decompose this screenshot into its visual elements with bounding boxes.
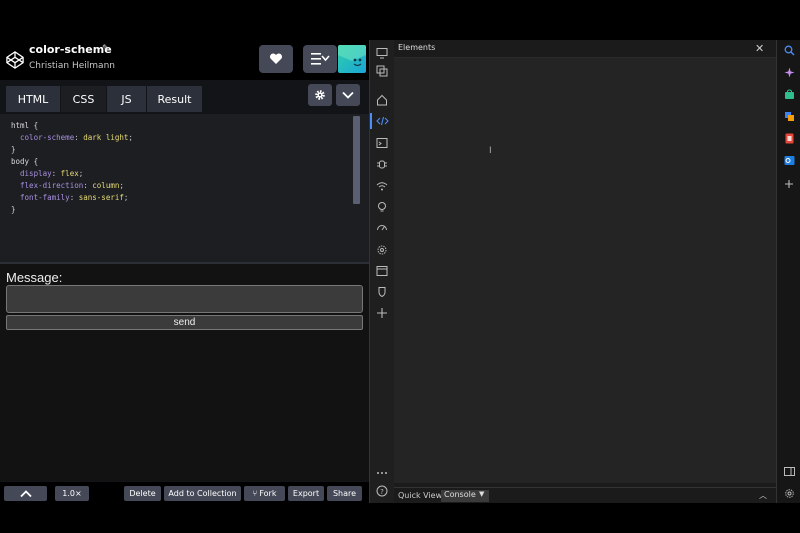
user-avatar[interactable] (338, 45, 366, 73)
pen-header: color-scheme ✎ Christian Heilmann (0, 40, 369, 80)
share-button[interactable]: Share (327, 486, 362, 501)
outlook-icon[interactable] (782, 153, 796, 167)
devtools-activity-bar: ? (369, 40, 394, 503)
code-line: } (11, 205, 16, 214)
code-line: font-family: sans-serif; (20, 193, 129, 202)
love-button[interactable] (259, 45, 293, 73)
shopping-bag-icon[interactable] (782, 87, 796, 101)
welcome-home-icon[interactable] (375, 93, 389, 107)
codepen-editor: color-scheme ✎ Christian Heilmann HTML C… (0, 40, 369, 503)
gear-icon (315, 90, 325, 100)
fork-button[interactable]: ⑂ Fork (244, 486, 285, 501)
sidebar-settings-gear-icon[interactable] (782, 486, 796, 500)
code-line: } (11, 145, 16, 154)
settings-button[interactable] (308, 84, 332, 106)
toggle-console-button[interactable] (4, 486, 47, 501)
application-window-icon[interactable] (375, 264, 389, 278)
quick-view-label: Quick View: (398, 491, 445, 500)
search-icon[interactable] (782, 43, 796, 57)
chevron-up-icon (19, 489, 32, 497)
fork-icon: ⑂ (252, 489, 258, 498)
layout-menu-icon (311, 53, 330, 65)
copilot-sparkle-icon[interactable] (782, 65, 796, 79)
devtools-tab-strip: Elements ✕ (394, 40, 776, 58)
css-code-editor[interactable]: html { color-scheme: dark light; } body … (0, 114, 369, 262)
help-question-icon[interactable]: ? (375, 484, 389, 498)
issues-lightbulb-icon[interactable] (375, 200, 389, 214)
code-line: body { (11, 157, 39, 166)
collapse-editor-button[interactable] (336, 84, 360, 106)
more-options-ellipsis-icon[interactable] (375, 466, 389, 480)
pen-footer: 1.0× Delete Add to Collection ⑂ Fork Expo… (0, 482, 369, 503)
hide-sidebar-icon[interactable] (782, 464, 796, 478)
text-cursor-icon: I (489, 146, 492, 156)
tab-result[interactable]: Result (147, 86, 202, 112)
delete-button[interactable]: Delete (124, 486, 161, 501)
codepen-logo-icon[interactable] (6, 51, 24, 69)
dropdown-arrow-icon: ▼ (479, 490, 485, 498)
heart-icon (269, 53, 283, 64)
tab-css[interactable]: CSS (61, 86, 106, 112)
quick-view-bar: Quick View: Console ▼ ︿ (394, 487, 776, 503)
memory-gear-icon[interactable] (375, 243, 389, 257)
send-button[interactable]: send (6, 315, 363, 330)
performance-gauge-icon[interactable] (375, 221, 389, 235)
message-textarea[interactable] (6, 285, 363, 313)
devtools-panel: Elements ✕ I Quick View: Console ▼ ︿ (394, 40, 776, 503)
elements-tree-area[interactable]: I (394, 58, 776, 483)
tools-games-icon[interactable] (782, 109, 796, 123)
tab-js[interactable]: JS (107, 86, 146, 112)
edit-title-pencil-icon[interactable]: ✎ (102, 44, 110, 54)
elements-code-icon[interactable] (375, 114, 389, 128)
security-shield-icon[interactable] (375, 285, 389, 299)
export-button[interactable]: Export (288, 486, 324, 501)
debugger-bug-icon[interactable] (375, 157, 389, 171)
add-sidebar-app-plus-icon[interactable] (782, 177, 796, 191)
code-line: flex-direction: column; (20, 181, 124, 190)
zoom-button[interactable]: 1.0× (55, 486, 89, 501)
editor-scrollbar[interactable] (353, 116, 360, 204)
close-icon[interactable]: ✕ (755, 42, 764, 55)
device-emulation-icon[interactable] (375, 46, 389, 60)
code-line: html { (11, 121, 39, 130)
code-line: display: flex; (20, 169, 84, 178)
inspect-element-icon[interactable] (375, 64, 389, 78)
network-wifi-icon[interactable] (375, 179, 389, 193)
expand-quick-view-chevron-up-icon[interactable]: ︿ (759, 490, 767, 501)
more-tools-plus-icon[interactable] (375, 306, 389, 320)
svg-text:?: ? (380, 488, 384, 496)
add-to-collection-button[interactable]: Add to Collection (164, 486, 241, 501)
result-preview: Message: send (0, 264, 369, 481)
pen-author[interactable]: Christian Heilmann (29, 61, 115, 71)
tab-html[interactable]: HTML (6, 86, 60, 112)
console-icon[interactable] (375, 136, 389, 150)
code-line: color-scheme: dark light; (20, 133, 133, 142)
change-view-button[interactable] (303, 45, 337, 73)
message-label: Message: (6, 270, 63, 285)
office-icon[interactable] (782, 131, 796, 145)
browser-sidebar (776, 40, 800, 503)
chevron-down-icon (342, 91, 354, 99)
smiley-avatar-icon (338, 45, 366, 67)
active-tool-indicator (370, 113, 372, 129)
tab-elements[interactable]: Elements (398, 43, 435, 52)
pen-title[interactable]: color-scheme (29, 43, 112, 56)
